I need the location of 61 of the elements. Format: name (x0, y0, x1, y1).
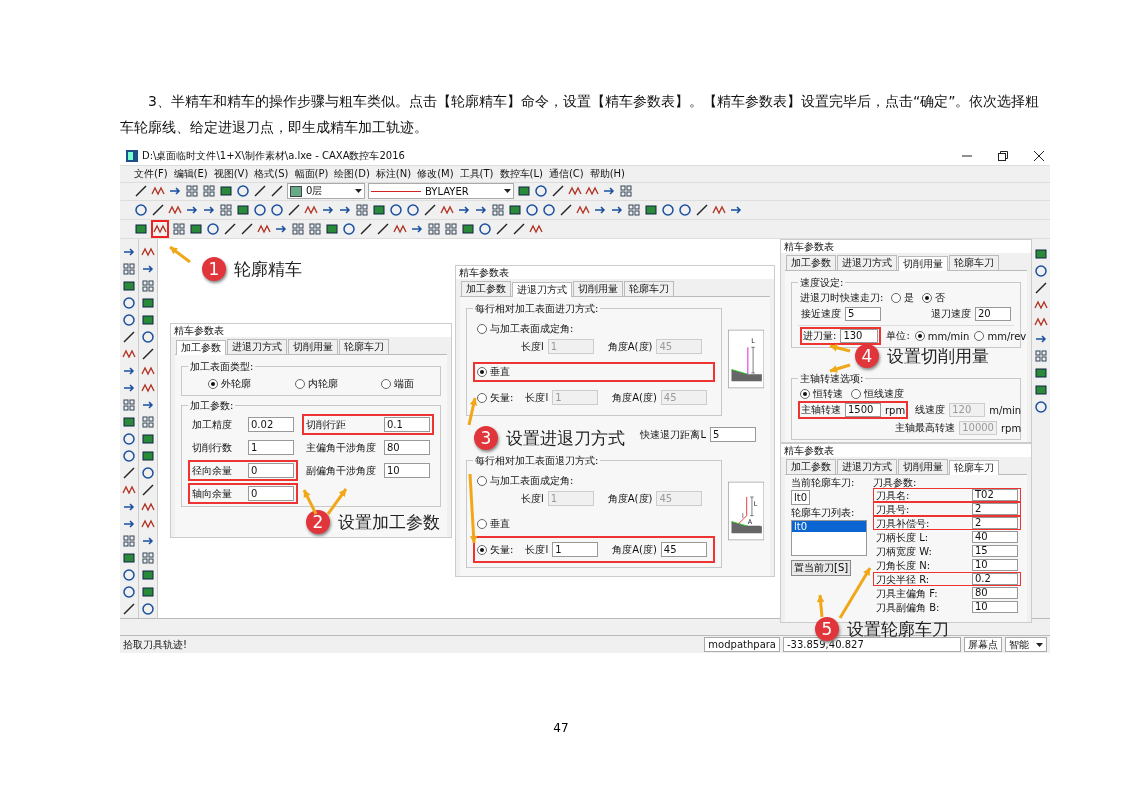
field-label: 进退刀时快速走刀: (800, 291, 884, 306)
field-label: 加工精度 (192, 417, 232, 432)
dialog-title: 精车参数表 (456, 266, 774, 280)
callout-text: 设置加工参数 (338, 513, 440, 531)
field-label: 进刀量: (803, 329, 837, 344)
callout-text: 设置轮廓车刀 (847, 620, 949, 638)
field-label: 刀具号: (876, 503, 910, 515)
field-label: 轴向余量 (192, 486, 232, 501)
group-label: 加工表面类型: (188, 360, 256, 375)
field-label: 刀具补偿号: (876, 517, 930, 529)
field-label: 长度l (525, 390, 549, 405)
unit-label: rpm (1000, 422, 1022, 434)
group-label: 每行相对加工表面退刀方式: (473, 454, 601, 469)
instruction-paragraph: 3、半精车和精车的操作步骤与粗车类似。点击【轮廓精车】命令，设置【精车参数表】。【精车参数表】设置完毕后，点击“确定”。依次选择粗车轮廓线、给定进退刀点，即生成精车加工轨迹。 (120, 92, 1041, 137)
group-label: 每行相对加工表面进刀方式: (473, 302, 601, 317)
field-label: 主轴最高转速 (895, 421, 956, 436)
field-label: 长度l (521, 491, 544, 506)
dialog-title: 精车参数表 (781, 444, 1031, 458)
field-label: 副偏角干涉角度 (306, 463, 376, 478)
dialog-title: 精车参数表 (171, 324, 451, 338)
field-label: 长度l (525, 542, 549, 557)
field-label: 退刀速度 (931, 307, 971, 322)
callout-text: 设置切削用量 (887, 347, 989, 365)
field-label: 径向余量 (192, 463, 232, 478)
field-label: 主偏角干涉角度 (306, 440, 376, 455)
field-label: 切削行数 (192, 440, 232, 455)
callout-text: 轮廓精车 (234, 260, 302, 278)
field-label: 轮廓车刀列表: (791, 507, 855, 519)
field-label: 单位: (886, 329, 910, 344)
field-label: 刀具主偏角 F: (876, 587, 938, 599)
group-label: 速度设定: (798, 276, 846, 291)
field-label: 长度l (521, 339, 544, 354)
field-label: 快速退刀距离L (640, 427, 706, 442)
callout-text: 设置进退刀方式 (506, 429, 625, 447)
field-label: 刀具参数: (873, 477, 918, 489)
field-label: 刀柄长度 L: (876, 531, 929, 543)
field-label: 刀角长度 N: (876, 559, 931, 571)
field-label: 刀柄宽度 W: (876, 545, 932, 557)
field-label: 线速度 (915, 403, 946, 418)
field-label: 角度A(度) (612, 542, 657, 557)
field-label: 刀尖半径 R: (876, 573, 930, 585)
window-title: D:\桌面临时文件\1+X\制作素材\a.lxe - CAXA数控车2016 (142, 149, 405, 164)
field-label: 角度A(度) (612, 390, 657, 405)
snap-mode: 屏幕点 (964, 637, 1002, 653)
coordinates: -33.859,40.827 (783, 637, 961, 653)
unit-label: rpm (885, 404, 906, 416)
field-label: 角度A(度) (607, 491, 653, 506)
field-label: 当前轮廓车刀: (791, 477, 855, 489)
dialog-title: 精车参数表 (781, 240, 1031, 254)
field-label: 切削行距 (306, 417, 346, 432)
field-label: 刀具副偏角 B: (876, 601, 940, 613)
status-prompt: 拾取刀具轨迹! (123, 637, 187, 652)
group-label: 主轴转速选项: (798, 372, 866, 387)
page-number: 47 (552, 721, 570, 735)
field-label: 主轴转速 (801, 403, 841, 418)
group-label: 加工参数: (188, 399, 236, 414)
field-label: 角度A(度) (607, 339, 653, 354)
field-label: 接近速度 (801, 307, 841, 322)
command-name: modpathpara (704, 637, 780, 653)
unit-label: m/min (989, 404, 1022, 416)
field-label: 刀具名: (876, 489, 910, 501)
